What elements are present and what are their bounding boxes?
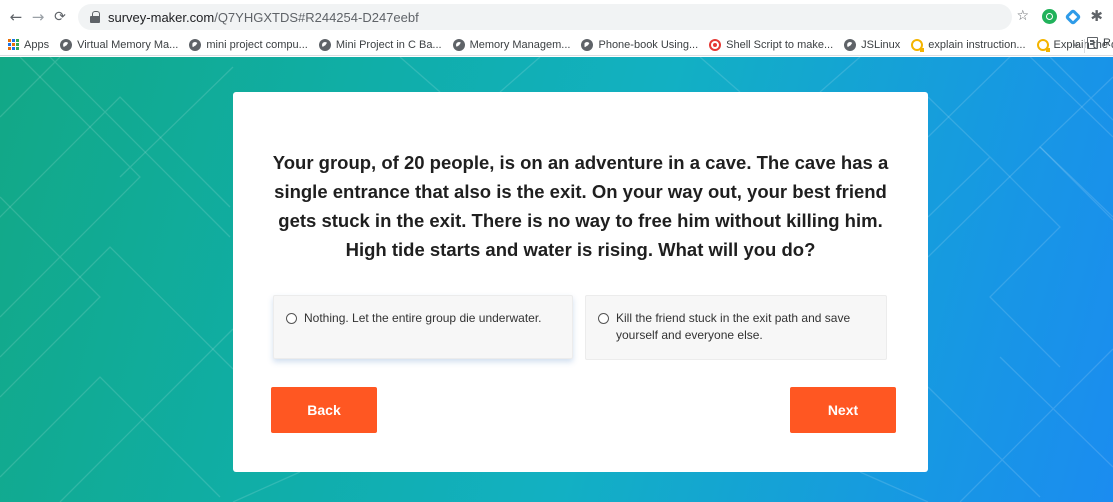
- puzzle-extensions-icon[interactable]: ✱: [1090, 7, 1103, 25]
- reload-icon[interactable]: ⟳: [50, 7, 70, 27]
- question-text: Your group, of 20 people, is on an adven…: [272, 152, 889, 260]
- next-button[interactable]: Next: [790, 387, 896, 433]
- bookmark-item[interactable]: Phone-book Using...: [581, 38, 699, 51]
- question-card: Your group, of 20 people, is on an adven…: [233, 92, 928, 472]
- bookmark-item[interactable]: Shell Script to make...: [709, 38, 834, 51]
- globe-icon: [60, 38, 73, 51]
- answer-option-label: Nothing. Let the entire group die underw…: [304, 311, 542, 325]
- bookmark-label: Apps: [24, 38, 50, 51]
- bookmark-item[interactable]: JSLinux: [844, 38, 901, 51]
- answer-option-2[interactable]: Kill the friend stuck in the exit path a…: [585, 295, 887, 360]
- bookmark-item[interactable]: Memory Managem...: [452, 38, 571, 51]
- bookmark-label: Shell Script to make...: [726, 38, 834, 51]
- survey-page: Your group, of 20 people, is on an adven…: [0, 57, 1113, 502]
- star-icon[interactable]: ☆: [1016, 8, 1029, 24]
- bookmark-item[interactable]: mini project compu...: [189, 38, 308, 51]
- reading-list-button[interactable]: R: [1087, 37, 1111, 49]
- ring-icon: [1036, 38, 1050, 52]
- bookmark-label: mini project compu...: [206, 38, 308, 51]
- bookmark-item[interactable]: Mini Project in C Ba...: [318, 38, 442, 51]
- radio-button-icon[interactable]: [598, 313, 609, 324]
- back-button[interactable]: Back: [271, 387, 377, 433]
- bookmark-label: Mini Project in C Ba...: [335, 38, 442, 51]
- bookmark-item[interactable]: explain instruction...: [911, 38, 1026, 52]
- globe-icon: [844, 38, 857, 51]
- back-arrow-icon[interactable]: ←: [6, 7, 26, 27]
- bookmark-item[interactable]: Virtual Memory Ma...: [60, 38, 179, 51]
- bookmark-apps[interactable]: Apps: [8, 39, 49, 51]
- bookmarks-bar: Apps Virtual Memory Ma... mini project c…: [0, 34, 1113, 56]
- url-host: survey-maker.com: [108, 9, 215, 25]
- bookmark-label: Virtual Memory Ma...: [77, 38, 179, 51]
- globe-icon: [189, 38, 202, 51]
- answer-option-1[interactable]: Nothing. Let the entire group die underw…: [273, 295, 573, 359]
- bookmark-label: Memory Managem...: [469, 38, 571, 51]
- ring-icon: [911, 38, 925, 52]
- url-path: /Q7YHGXTDS#R244254-D247eebf: [214, 9, 419, 25]
- globe-icon: [452, 38, 465, 51]
- bookmark-label: explain instruction...: [928, 38, 1026, 51]
- bookmarks-divider: [1084, 39, 1085, 53]
- url-text: survey-maker.com/Q7YHGXTDS#R244254-D247e…: [108, 10, 419, 25]
- reading-list-icon: [1087, 37, 1099, 49]
- browser-toolbar: ← → ⟳ survey-maker.com/Q7YHGXTDS#R244254…: [0, 0, 1113, 34]
- diamond-extension-icon[interactable]: [1064, 8, 1082, 26]
- bookmark-label: Phone-book Using...: [598, 38, 699, 51]
- forward-arrow-icon[interactable]: →: [28, 7, 48, 27]
- radio-button-icon[interactable]: [286, 313, 297, 324]
- globe-icon: [581, 38, 594, 51]
- globe-icon: [318, 38, 331, 51]
- grammarly-extension-icon[interactable]: [1042, 9, 1057, 24]
- bookmark-label: JSLinux: [861, 38, 901, 51]
- reading-list-label: R: [1103, 37, 1111, 49]
- target-icon: [709, 38, 722, 51]
- apps-grid-icon: [8, 39, 19, 50]
- answer-option-label: Kill the friend stuck in the exit path a…: [616, 311, 851, 342]
- lock-icon: [90, 11, 100, 23]
- bookmarks-overflow-icon[interactable]: »: [1072, 38, 1079, 51]
- address-bar[interactable]: survey-maker.com/Q7YHGXTDS#R244254-D247e…: [78, 4, 1012, 30]
